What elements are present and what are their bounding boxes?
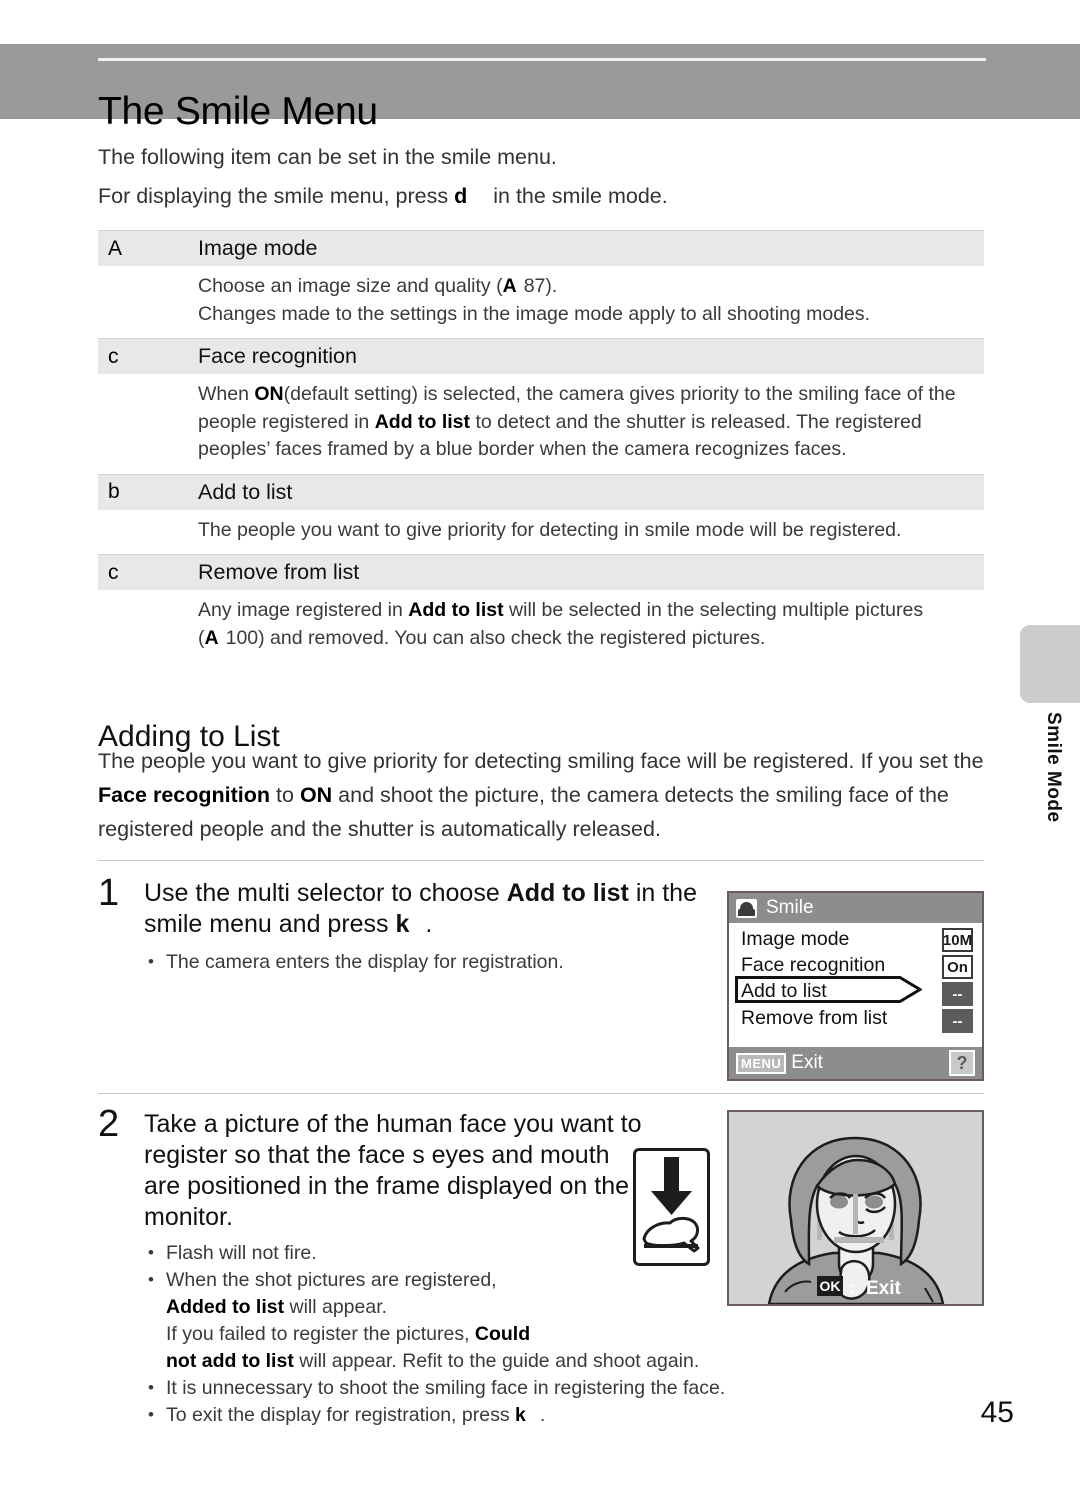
menu-item-add-to-list[interactable]: Add to list	[741, 980, 827, 1003]
shutter-press-illustration	[633, 1148, 710, 1266]
page-title: The Smile Menu	[98, 90, 378, 134]
row-name-add-to-list: Add to list	[198, 479, 293, 504]
step-1-notes: The camera enters the display for regist…	[140, 948, 700, 976]
intro-line-2-before: For displaying the smile menu, press	[98, 184, 455, 208]
menu-item-face-recognition[interactable]: Face recognition	[741, 954, 885, 977]
step-number-2: 2	[98, 1103, 120, 1145]
menu-item-remove-from-list[interactable]: Remove from list	[741, 1007, 887, 1030]
table-row-header: A Image mode	[98, 230, 984, 266]
registration-face-illustration: OK : Exit	[729, 1112, 982, 1304]
step-instruction-1: Use the multi selector to choose Add to …	[144, 879, 697, 938]
intro-line-2: For displaying the smile menu, press d in…	[98, 177, 988, 216]
row-name-image-mode: Image mode	[198, 236, 318, 260]
monitor-menu-list: Image mode Face recognition Add to list …	[729, 923, 982, 1045]
help-icon[interactable]: ?	[949, 1050, 975, 1076]
menu-button-glyph: d	[454, 184, 468, 208]
svg-text::: :	[850, 1278, 856, 1297]
step-2-notes: Flash will not fire. When the shot pictu…	[140, 1239, 780, 1429]
row-icon-face-recognition: c	[108, 344, 119, 368]
header-rule	[98, 58, 986, 61]
table-row-header: c Face recognition	[98, 338, 984, 374]
section-paragraph: The people you want to give priority for…	[98, 749, 984, 841]
row-icon-add-to-list: b	[108, 480, 120, 503]
shutter-arrow-finger-icon	[642, 1157, 700, 1253]
row-icon-image-mode: A	[108, 236, 123, 260]
side-tab-marker	[1020, 625, 1080, 703]
intro-line-1: The following item can be set in the smi…	[98, 145, 557, 169]
monitor-footer-bar: MENU Exit ?	[729, 1047, 982, 1079]
table-row-body-remove-from-list: Any image registered in Add to list will…	[198, 599, 924, 649]
smile-mode-icon	[736, 898, 757, 918]
camera-monitor-face-registration: OK : Exit	[727, 1110, 984, 1306]
intro-line-2-after: in the smile mode.	[493, 184, 668, 208]
table-row-header: b Add to list	[98, 473, 984, 510]
table-row-header: c Remove from list	[98, 554, 984, 590]
svg-text:Exit: Exit	[866, 1278, 902, 1299]
list-item: To exit the display for registration, pr…	[140, 1401, 780, 1429]
svg-text:OK: OK	[820, 1278, 841, 1294]
table-row-body-image-mode: Choose an image size and quality (A 87). …	[198, 275, 871, 325]
monitor-exit-label: Exit	[791, 1052, 823, 1073]
intro-paragraph: The following item can be set in the smi…	[98, 138, 988, 216]
menu-item-image-mode[interactable]: Image mode	[741, 928, 849, 951]
table-row-body-add-to-list: The people you want to give priority for…	[198, 518, 902, 541]
monitor-title-label: Smile	[766, 897, 814, 918]
page-number: 45	[980, 1396, 1014, 1429]
row-name-face-recognition: Face recognition	[198, 344, 357, 368]
monitor-title-bar: Smile	[729, 893, 982, 923]
divider-above-step-2	[98, 1093, 984, 1094]
menu-key-icon[interactable]: MENU	[736, 1052, 787, 1074]
smile-menu-settings-table: A Image mode Choose an image size and qu…	[98, 230, 984, 662]
camera-monitor-smile-menu: Smile Image mode Face recognition Add to…	[727, 891, 984, 1081]
value-badge-image-mode: 10M	[942, 928, 973, 952]
value-badge-remove-from-list: --	[942, 1009, 973, 1033]
value-badge-face-recognition: On	[942, 955, 973, 979]
list-item: When the shot pictures are registered,Ad…	[140, 1266, 780, 1321]
divider-above-step-1	[98, 860, 984, 861]
step-instruction-2: Take a picture of the human face you wan…	[144, 1110, 642, 1231]
list-item-continuation: If you failed to register the pictures, …	[166, 1323, 700, 1372]
side-tab-label: Smile Mode	[1043, 712, 1064, 823]
table-row-body-face-recognition: When ON(default setting) is selected, th…	[198, 383, 956, 460]
value-badge-add-to-list: --	[942, 982, 973, 1006]
list-item: It is unnecessary to shoot the smiling f…	[140, 1374, 780, 1402]
row-name-remove-from-list: Remove from list	[198, 560, 360, 584]
row-icon-remove-from-list: c	[108, 560, 119, 584]
step-number-1: 1	[98, 872, 120, 914]
list-item: The camera enters the display for regist…	[140, 948, 700, 976]
